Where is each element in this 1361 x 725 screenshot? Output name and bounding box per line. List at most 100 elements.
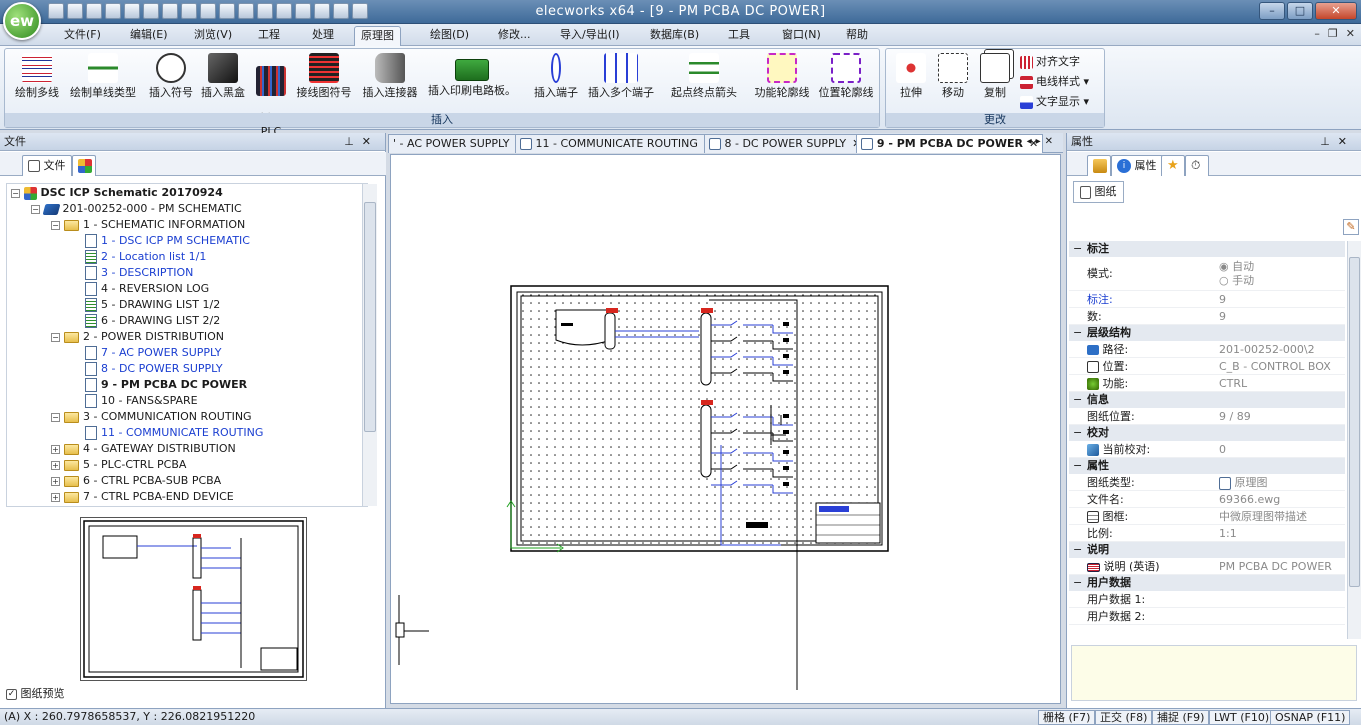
tree-drawing[interactable]: 8 - DC POWER SUPPLY bbox=[85, 361, 223, 377]
tree-folder[interactable]: −2 - POWER DISTRIBUTION bbox=[51, 329, 224, 345]
category-description[interactable]: − 说明 bbox=[1069, 542, 1345, 558]
menu-schematic[interactable]: 原理图 bbox=[354, 26, 401, 46]
preview-toggle[interactable]: ✓ 图纸预览 bbox=[6, 685, 65, 701]
move-button[interactable]: 移动 bbox=[932, 53, 974, 99]
lwt-toggle[interactable]: LWT (F10) bbox=[1209, 710, 1275, 725]
draw-multiwire-button[interactable]: 绘制多线 bbox=[7, 53, 67, 99]
menu-view[interactable]: 浏览(V) bbox=[188, 26, 238, 46]
drawing-preview[interactable] bbox=[80, 517, 307, 681]
tab-components[interactable] bbox=[72, 155, 96, 176]
menu-modify[interactable]: 修改... bbox=[492, 26, 537, 46]
mode-auto-radio[interactable]: 自动 bbox=[1232, 260, 1254, 273]
maximize-button[interactable]: □ bbox=[1287, 2, 1313, 20]
tree-folder[interactable]: −3 - COMMUNICATION ROUTING bbox=[51, 409, 252, 425]
function-outline-button[interactable]: 功能轮廓线 bbox=[749, 53, 815, 99]
tree-node-book[interactable]: − 201-00252-000 - PM SCHEMATIC bbox=[31, 201, 242, 217]
menu-tools[interactable]: 工具 bbox=[722, 26, 756, 46]
star-icon: ★ bbox=[1167, 158, 1179, 173]
mdi-close-button[interactable]: ✕ bbox=[1346, 27, 1355, 40]
minimize-button[interactable]: – bbox=[1259, 2, 1285, 20]
insert-black-box-button[interactable]: 插入黑盒 bbox=[197, 53, 249, 99]
menu-process[interactable]: 处理 bbox=[306, 26, 340, 46]
tree-drawing-selected[interactable]: 9 - PM PCBA DC POWER bbox=[85, 377, 247, 393]
align-text-button[interactable]: 对齐文字 bbox=[1020, 53, 1080, 71]
category-annotation[interactable]: − 标注 bbox=[1069, 241, 1345, 257]
menu-import-export[interactable]: 导入/导出(I) bbox=[554, 26, 626, 46]
category-info[interactable]: − 信息 bbox=[1069, 392, 1345, 408]
category-revision[interactable]: − 校对 bbox=[1069, 425, 1345, 441]
mode-manual-radio[interactable]: 手动 bbox=[1232, 274, 1254, 287]
drawing-canvas[interactable] bbox=[390, 154, 1061, 704]
doc-tab[interactable]: 8 - DC POWER SUPPLY✕ bbox=[704, 134, 867, 153]
pin-icon[interactable]: ⊥ bbox=[344, 135, 362, 148]
panel-close-icon[interactable]: ✕ bbox=[1338, 135, 1355, 148]
menu-file[interactable]: 文件(F) bbox=[58, 26, 107, 46]
app-logo[interactable]: ew bbox=[3, 2, 41, 40]
insert-symbol-button[interactable]: 插入符号 bbox=[145, 53, 197, 99]
copy-button[interactable]: 复制 bbox=[974, 53, 1016, 99]
insert-multiple-terminals-button[interactable]: 插入多个端子 bbox=[583, 53, 659, 99]
close-button[interactable]: ✕ bbox=[1315, 2, 1357, 20]
tree-scrollbar[interactable] bbox=[362, 184, 377, 506]
wire-style-button[interactable]: 电线样式 ▾ bbox=[1020, 73, 1089, 91]
doc-tab[interactable]: ' - AC POWER SUPPLY✕ bbox=[388, 134, 530, 153]
tree-folder[interactable]: +6 - CTRL PCBA-SUB PCBA bbox=[51, 473, 221, 489]
tree-folder[interactable]: +7 - CTRL PCBA-END DEVICE bbox=[51, 489, 234, 505]
tree-drawing[interactable]: 5 - DRAWING LIST 1/2 bbox=[85, 297, 220, 313]
insert-connector-button[interactable]: 插入连接器 bbox=[357, 53, 423, 99]
tab-home[interactable] bbox=[1087, 155, 1111, 176]
insert-terminal-button[interactable]: 插入端子 bbox=[529, 53, 583, 99]
tree-drawing[interactable]: 3 - DESCRIPTION bbox=[85, 265, 193, 281]
menu-draw[interactable]: 绘图(D) bbox=[424, 26, 475, 46]
tab-favorites[interactable]: ★ bbox=[1161, 155, 1185, 176]
properties-scrollbar-thumb[interactable] bbox=[1349, 257, 1360, 587]
stretch-button[interactable]: 拉伸 bbox=[890, 53, 932, 99]
panel-close-icon[interactable]: ✕ bbox=[362, 135, 379, 148]
book-icon bbox=[42, 203, 61, 215]
draw-single-wire-button[interactable]: 绘制单线类型 bbox=[63, 53, 143, 99]
menu-database[interactable]: 数据库(B) bbox=[644, 26, 705, 46]
location-outline-button[interactable]: 位置轮廓线 bbox=[813, 53, 879, 99]
tab-scroll-arrows[interactable]: ◂▸✕ bbox=[1027, 136, 1057, 147]
properties-scrollbar[interactable] bbox=[1347, 241, 1361, 639]
tree-drawing[interactable]: 4 - REVERSION LOG bbox=[85, 281, 209, 297]
menu-window[interactable]: 窗口(N) bbox=[776, 26, 827, 46]
menu-help[interactable]: 帮助 bbox=[840, 26, 874, 46]
category-hierarchy[interactable]: − 层级结构 bbox=[1069, 325, 1345, 341]
tree-drawing[interactable]: 7 - AC POWER SUPPLY bbox=[85, 345, 221, 361]
tree-drawing[interactable]: 10 - FANS&SPARE bbox=[85, 393, 198, 409]
pin-icon[interactable]: ⊥ bbox=[1320, 135, 1338, 148]
mdi-restore-button[interactable]: ❐ bbox=[1328, 27, 1338, 40]
tree-folder[interactable]: +5 - PLC-CTRL PCBA bbox=[51, 457, 186, 473]
tab-history[interactable]: ⏱ bbox=[1185, 155, 1209, 176]
category-user-data[interactable]: − 用户数据 bbox=[1069, 575, 1345, 591]
tree-node-project[interactable]: − DSC ICP Schematic 20170924 bbox=[11, 185, 223, 201]
snap-toggle[interactable]: 捕捉 (F9) bbox=[1152, 710, 1210, 725]
tree-scrollbar-thumb[interactable] bbox=[364, 202, 376, 432]
doc-tab-active[interactable]: 9 - PM PCBA DC POWER ✕ bbox=[856, 134, 1044, 153]
insert-pcb-button[interactable]: 插入印刷电路板。 bbox=[423, 53, 521, 97]
osnap-toggle[interactable]: OSNAP (F11) bbox=[1270, 710, 1351, 725]
tab-properties[interactable]: i 属性 bbox=[1111, 155, 1163, 176]
tree-drawing[interactable]: 2 - Location list 1/1 bbox=[85, 249, 206, 265]
tree-drawing[interactable]: 1 - DSC ICP PM SCHEMATIC bbox=[85, 233, 250, 249]
tree-folder[interactable]: −1 - SCHEMATIC INFORMATION bbox=[51, 217, 245, 233]
prop-row: 比例: 1:1 bbox=[1069, 525, 1345, 542]
menu-project[interactable]: 工程 bbox=[252, 26, 286, 46]
edit-pencil-icon[interactable]: ✎ bbox=[1343, 219, 1359, 235]
ortho-toggle[interactable]: 正交 (F8) bbox=[1095, 710, 1153, 725]
tree-folder[interactable]: +4 - GATEWAY DISTRIBUTION bbox=[51, 441, 236, 457]
tree-drawing[interactable]: 6 - DRAWING LIST 2/2 bbox=[85, 313, 220, 329]
wiring-symbol-button[interactable]: 接线图符号 bbox=[291, 53, 357, 99]
doc-tab[interactable]: 11 - COMMUNICATE ROUTING✕ bbox=[515, 134, 719, 153]
tree-drawing[interactable]: 11 - COMMUNICATE ROUTING bbox=[85, 425, 263, 441]
grid-toggle[interactable]: 栅格 (F7) bbox=[1038, 710, 1096, 725]
tab-files[interactable]: 文件 bbox=[22, 155, 72, 176]
mdi-minimize-button[interactable]: – bbox=[1314, 27, 1320, 40]
move-icon bbox=[938, 53, 968, 83]
category-properties[interactable]: − 属性 bbox=[1069, 458, 1345, 474]
menu-edit[interactable]: 编辑(E) bbox=[124, 26, 174, 46]
text-display-button[interactable]: 文字显示 ▾ bbox=[1020, 93, 1089, 111]
origin-destination-arrow-button[interactable]: 起点终点箭头 bbox=[665, 53, 743, 99]
sub-tab-drawing[interactable]: 图纸 bbox=[1073, 181, 1124, 203]
